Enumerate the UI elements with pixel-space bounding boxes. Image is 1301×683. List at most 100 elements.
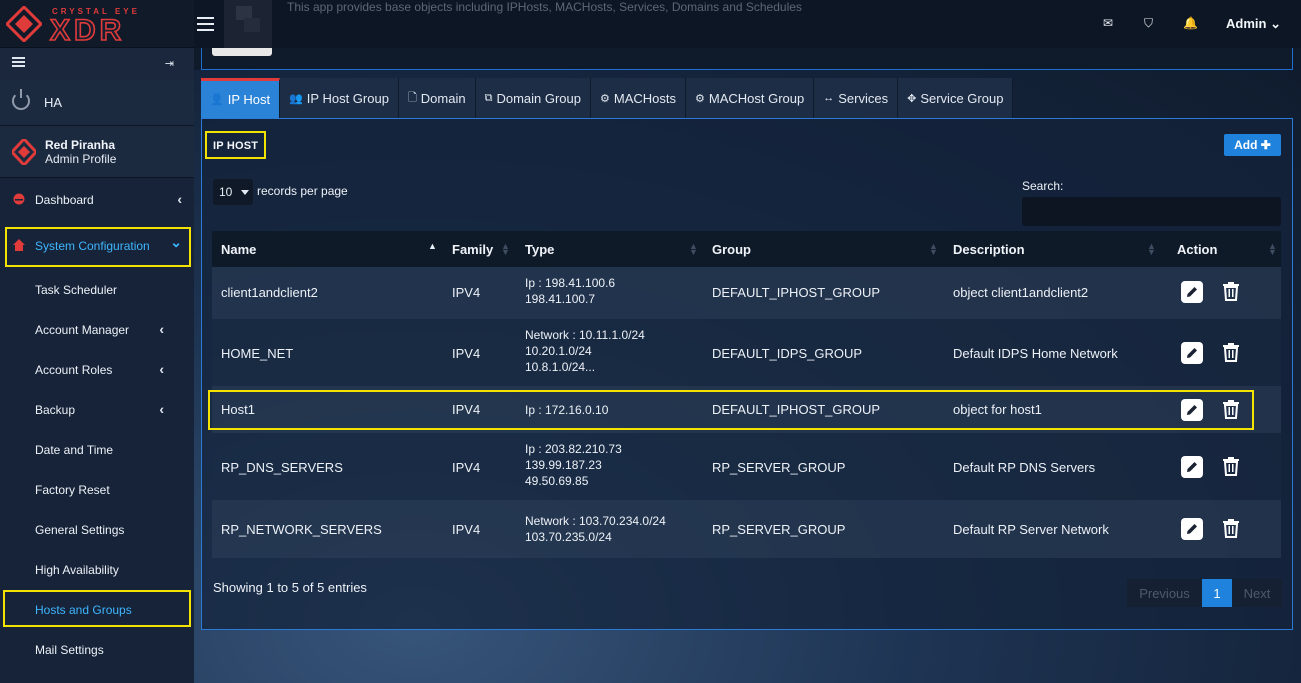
table-info: Showing 1 to 5 of 5 entries [213,580,367,595]
edit-icon[interactable] [1181,399,1203,421]
column-action: Action [1177,242,1218,257]
column-type[interactable]: Type [525,242,554,257]
sidebar: CRYSTAL EYE XDR ⇥ HA Red Piranha Admin P… [0,0,194,683]
add-button[interactable]: Add ✚ [1224,134,1281,156]
shield-icon[interactable]: ⛉ [1144,16,1153,31]
search-label: Search: [1022,179,1064,193]
sidebar-item-account-manager[interactable]: Account Manager ‹ [0,310,194,350]
sidebar-item-high-availability[interactable]: High Availability [0,550,194,590]
edit-icon[interactable] [1181,518,1203,540]
tab-services[interactable]: ↔ Services [814,78,899,118]
sidebar-item-system-configuration[interactable]: System Configuration ⌄ [0,226,194,266]
file-icon: 🗋 [407,91,417,104]
sort-icon: ▲ ▼ [1147,241,1156,257]
profile-logo-icon [12,139,36,165]
sidebar-item-factory-reset[interactable]: Factory Reset [0,470,194,510]
tab-service-group[interactable]: ✥ Service Group [898,78,1014,118]
app-description: This app provides base objects including… [287,0,802,14]
sidebar-item-dashboard[interactable]: Dashboard ‹ [0,180,194,220]
logo-mark-icon [6,6,42,42]
tab-machosts[interactable]: ⚙ MACHosts [591,78,686,118]
edit-icon[interactable] [1181,456,1203,478]
trash-icon[interactable] [1220,398,1242,420]
chevron-down-icon: ⌄ [170,234,182,250]
chevron-left-icon: ‹ [177,191,182,207]
next-button[interactable]: Next [1232,579,1282,607]
sidebar-item-task-scheduler[interactable]: Task Scheduler [0,270,194,310]
chevron-left-icon: ‹ [159,361,164,377]
edit-icon[interactable] [1181,342,1203,364]
trash-icon[interactable] [1220,517,1242,539]
bell-icon[interactable]: 🔔 [1183,16,1198,30]
column-name[interactable]: Name [221,242,256,257]
table-header: Name ▲ Family ▲ ▼ Type ▲ ▼ Group ▲ ▼ Descri… [212,231,1281,267]
trash-icon[interactable] [1220,341,1242,363]
sidebar-item-date-and-time[interactable]: Date and Time [0,430,194,470]
logout-icon[interactable]: ⇥ [165,57,174,70]
ha-label: HA [44,95,63,110]
users-icon: 👥 [289,92,303,105]
power-icon [12,89,30,110]
profile-role: Admin Profile [45,152,117,166]
sort-icon: ▲ ▼ [929,241,938,257]
page-length-select[interactable]: 10 [213,179,253,205]
home-icon [13,239,25,251]
page-length-label: records per page [257,184,348,198]
trash-icon[interactable] [1220,455,1242,477]
column-group[interactable]: Group [712,242,751,257]
gear-icon: ⚙ [600,92,610,105]
admin-menu[interactable]: Admin ⌄ [1226,16,1281,32]
files-icon: ⧉ [484,91,493,104]
arrows-horizontal-icon: ↔ [823,92,835,104]
previous-button[interactable]: Previous [1127,579,1202,607]
tab-ip-host[interactable]: 👤 IP Host [201,78,281,118]
chevron-left-icon: ‹ [159,401,164,417]
arrows-cross-icon: ✥ [907,92,917,105]
chevron-left-icon: ‹ [159,321,164,337]
sidebar-item-general-settings[interactable]: General Settings [0,510,194,550]
sort-asc-icon: ▲ [428,241,437,251]
top-bar: This app provides base objects including… [194,0,1301,48]
caret-down-icon [241,190,249,195]
sidebar-menu-icon[interactable] [12,57,25,67]
envelope-icon[interactable]: ✉ [1103,16,1113,30]
column-family[interactable]: Family [452,242,493,257]
pagination: Previous 1 Next [1127,579,1282,607]
user-icon: 👤 [210,94,224,106]
sort-icon: ▲ ▼ [689,241,698,257]
sidebar-item-hosts-and-groups[interactable]: Hosts and Groups [0,590,194,630]
chevron-down-icon: ⌄ [1270,16,1281,31]
sidebar-item-backup[interactable]: Backup ‹ [0,390,194,430]
tab-machost-group[interactable]: ⚙ MACHost Group [686,78,815,118]
profile-card[interactable]: Red Piranha Admin Profile [0,126,194,178]
trash-icon[interactable] [1220,280,1242,302]
brand-logo: CRYSTAL EYE XDR [0,0,194,48]
sidebar-toolbar: ⇥ [0,48,194,80]
sidebar-item-mail-settings[interactable]: Mail Settings [0,630,194,670]
sort-icon: ▲ ▼ [1268,241,1277,257]
ha-status[interactable]: HA [0,80,194,126]
tab-ip-host-group[interactable]: 👥 IP Host Group [280,78,399,118]
logo-main-text: XDR [49,14,126,47]
table-row: RP_NETWORK_SERVERS IPV4 Network : 103.70… [212,500,1281,558]
plus-icon: ✚ [1260,138,1271,152]
column-description[interactable]: Description [953,242,1025,257]
edit-icon[interactable] [1181,281,1203,303]
page-1-button[interactable]: 1 [1202,579,1232,607]
tab-domain-group[interactable]: ⧉ Domain Group [475,78,591,118]
table-row: RP_DNS_SERVERS IPV4 Ip : 203.82.210.73 13… [212,433,1281,500]
tab-domain[interactable]: 🗋 Domain [398,78,476,118]
tab-bar: 👤 IP Host 👥 IP Host Group 🗋 Domain ⧉ Domain … [201,78,1014,118]
profile-name: Red Piranha [45,138,116,152]
table-row: Host1 IPV4 Ip : 172.16.0.10 DEFAULT_IPHO… [212,386,1281,433]
ip-host-panel: IP HOST Add ✚ 10 records per page Search… [201,118,1293,630]
sidebar-item-account-roles[interactable]: Account Roles ‹ [0,350,194,390]
table-row: HOME_NET IPV4 Network : 10.11.1.0/24 10.2… [212,319,1281,386]
sort-icon: ▲ ▼ [501,241,510,257]
panel-title: IP HOST [213,140,259,152]
search-input[interactable] [1022,197,1281,226]
app-icon [224,0,272,48]
table-row: client1andclient2 IPV4 Ip : 198.41.100.6… [212,267,1281,319]
dashboard-icon [13,193,25,205]
gears-icon: ⚙ [695,92,705,105]
